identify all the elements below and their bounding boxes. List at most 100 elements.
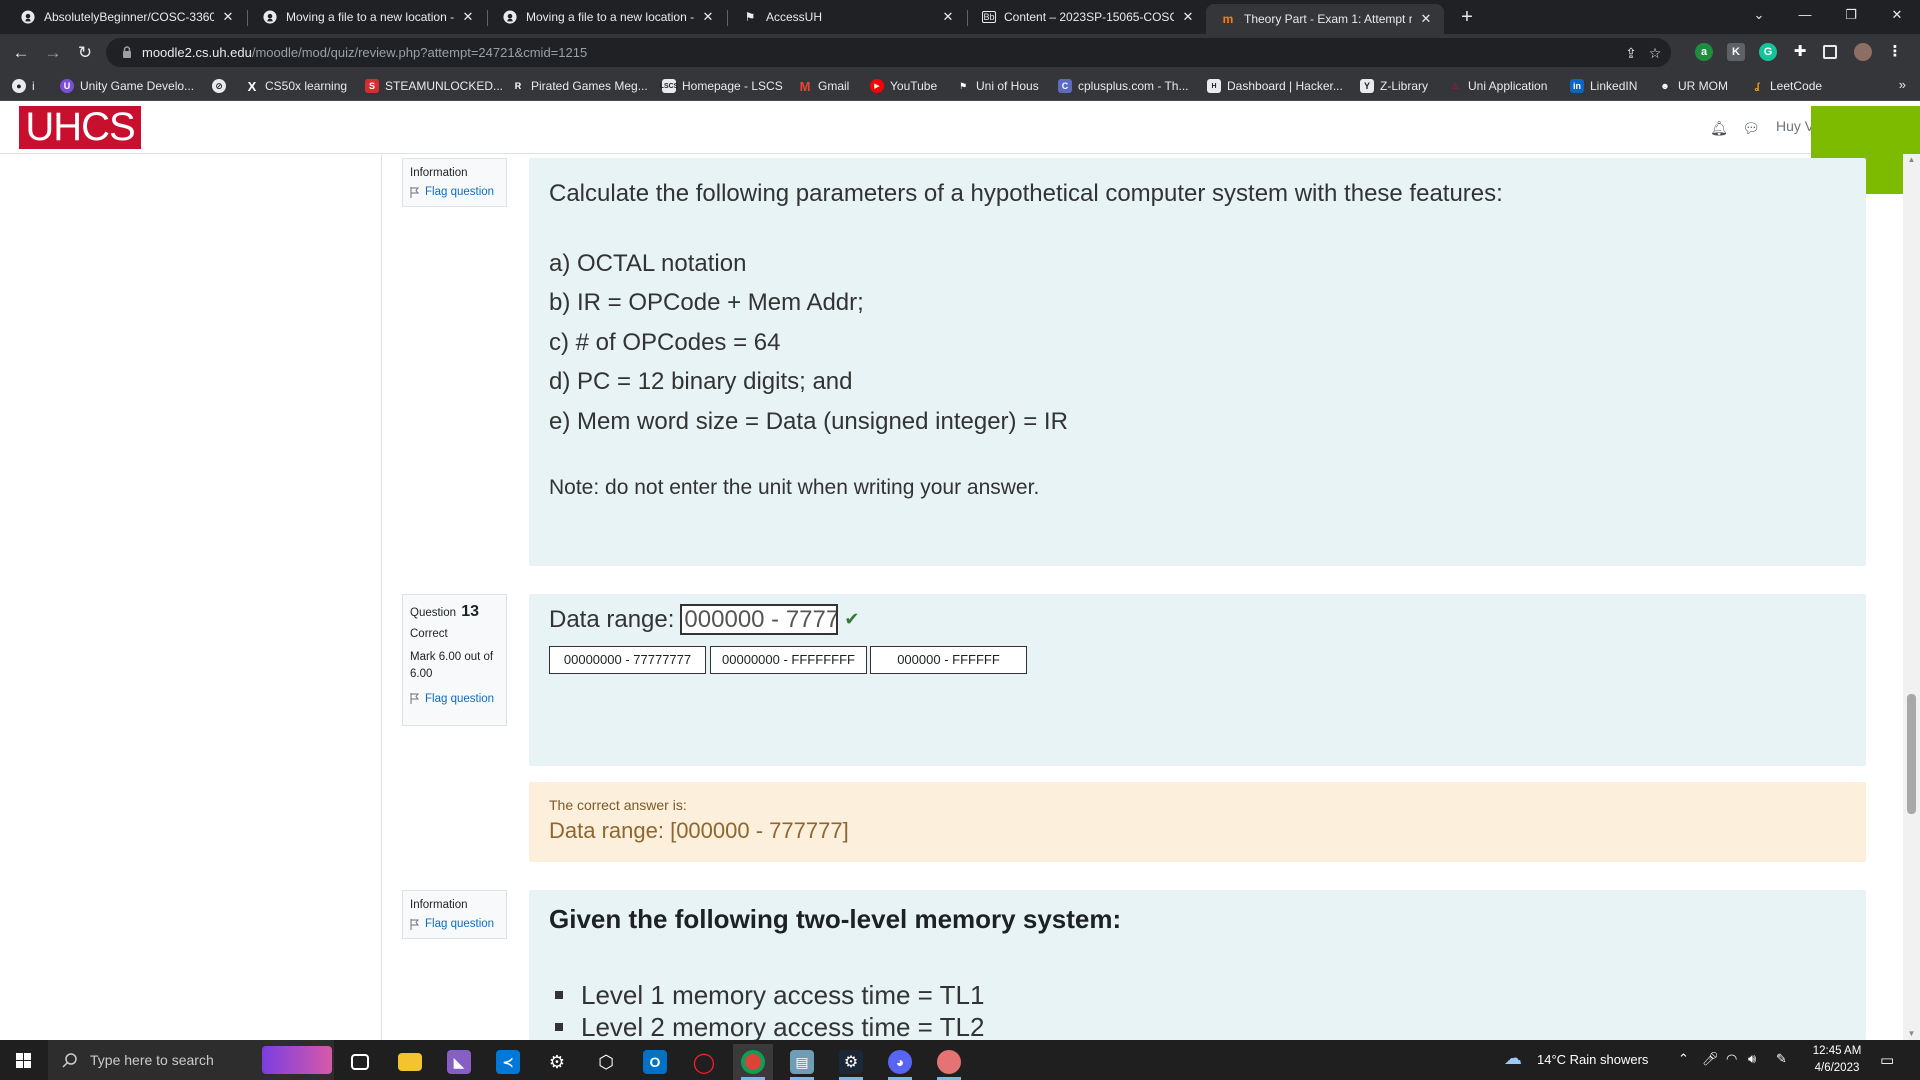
bookmark-item[interactable]: ● i [12,77,35,95]
search-icon [62,1053,77,1068]
lock-icon [123,46,131,58]
bookmark-star-icon[interactable]: ☆ [1646,44,1664,62]
answer-drop-box[interactable]: 000000 - 777777 [680,604,839,635]
info-label: Information [410,899,468,911]
question-number-value: 13 [461,603,480,620]
notes-app-button[interactable]: ▤ [782,1044,822,1080]
info-title: Given the following two-level memory sys… [549,904,1122,934]
drag-choice[interactable]: 00000000 - 77777777 [549,646,706,674]
steam-running-button[interactable]: ⚙ [831,1044,871,1080]
unity-button[interactable]: ⬡ [586,1044,626,1080]
scrollbar-thumb[interactable] [1907,694,1916,814]
profile-avatar[interactable] [1854,43,1872,61]
bookmark-item[interactable]: ⚑ Uni of Hous [956,77,1039,95]
minimize-button[interactable]: — [1782,0,1828,30]
search-highlight-image[interactable] [262,1046,332,1074]
bookmark-item[interactable]: Ccplusplus.com - Th... [1058,77,1188,95]
drag-choice[interactable]: 000000 - FFFFFF [870,646,1027,674]
share-icon[interactable]: ⇪ [1622,44,1640,62]
bookmark-item[interactable]: Y Z-Library [1360,77,1428,95]
steam-pinned-button[interactable]: ⚙ [537,1044,577,1080]
bookmark-item[interactable]: ⊘ [212,77,232,95]
reload-button[interactable]: ↻ [72,40,98,66]
weather-text[interactable]: 14°C Rain showers [1537,1052,1648,1067]
scroll-down-arrow-icon[interactable]: ▼ [1903,1028,1920,1040]
tab-github-2[interactable]: Moving a file to a new location - ✕ [248,0,486,34]
close-tab-icon[interactable]: ✕ [940,9,956,25]
extension-k-icon[interactable]: K [1727,43,1745,61]
bookmark-label: UR MOM [1678,79,1728,93]
close-tab-icon[interactable]: ✕ [460,9,476,25]
bookmark-item[interactable]: LSCS Homepage - LSCS [660,77,783,95]
bookmark-item[interactable]: ʆ LeetCode [1750,77,1822,95]
tab-moodle-active[interactable]: m Theory Part - Exam 1: Attempt re ✕ [1206,4,1444,34]
bookmark-item[interactable]: in LinkedIN [1570,77,1637,95]
scroll-up-arrow-icon[interactable]: ▲ [1903,154,1920,166]
bookmark-item[interactable]: R Pirated Games Meg... [511,77,648,95]
flag-question-link[interactable]: Flag question [410,918,499,930]
bookmark-item[interactable]: H Dashboard | Hacker... [1207,77,1343,95]
menu-kebab-icon[interactable]: ⋮ [1886,43,1904,61]
visual-studio-button[interactable]: ◣ [439,1044,479,1080]
notifications-bell-icon[interactable]: 🔔︎ [1710,119,1728,137]
address-bar[interactable]: moodle2.cs.uh.edu/moodle/mod/quiz/review… [106,38,1671,67]
flag-question-link[interactable]: Flag question [410,186,499,198]
volume-icon[interactable]: 🔊︎ [1748,1051,1756,1067]
steam-icon: ⚙ [839,1050,863,1074]
vscode-button[interactable]: ≺ [488,1044,528,1080]
taskbar-clock[interactable]: 12:45 AM 4/6/2023 [1804,1043,1870,1077]
show-hidden-icons-chevron-icon[interactable]: ⌃ [1678,1051,1689,1067]
page-scrollbar[interactable]: ▲ ▼ [1903,154,1920,1040]
close-tab-icon[interactable]: ✕ [1180,9,1196,25]
close-window-button[interactable]: ✕ [1874,0,1920,30]
tab-github-1[interactable]: AbsolutelyBeginner/COSC-3360- ✕ [6,0,246,34]
bookmark-item[interactable]: ▶ YouTube [870,77,937,95]
close-tab-icon[interactable]: ✕ [700,9,716,25]
restore-button[interactable]: ❐ [1828,0,1874,30]
browser-app-button[interactable] [929,1044,969,1080]
grammarly-icon[interactable]: G [1759,43,1777,61]
notification-center-icon[interactable]: ▭ [1880,1051,1894,1069]
user-menu[interactable]: Huy V [1776,118,1814,134]
bookmark-item[interactable]: M Gmail [798,77,850,95]
bookmarks-overflow-button[interactable]: » [1899,77,1906,92]
tab-accessuh[interactable]: ⚑ AccessUH ✕ [728,0,966,34]
pen-icon[interactable]: ✎ [1776,1051,1787,1067]
weather-cloud-icon[interactable]: ☁ [1504,1048,1522,1069]
bookmark-item[interactable]: ☻ UR MOM [1658,77,1728,95]
task-view-button[interactable] [340,1044,380,1080]
unity-icon: ⬡ [598,1051,614,1072]
answer-prompt: Data range: [549,605,675,633]
tab-title: Content – 2023SP-15065-COSC3 [1004,10,1174,24]
close-tab-icon[interactable]: ✕ [1418,11,1434,27]
flag-question-link[interactable]: Flag question [410,693,499,705]
bookmark-item[interactable]: X CS50x learning [245,77,347,95]
opera-button[interactable]: ◯ [684,1044,724,1080]
new-tab-button[interactable]: + [1455,5,1479,29]
forward-button[interactable]: → [40,40,66,66]
browser-toolbar: ← → ↻ moodle2.cs.uh.edu/moodle/mod/quiz/… [0,34,1920,71]
chrome-button[interactable] [733,1044,773,1080]
messages-chat-icon[interactable]: 💬︎ [1742,119,1760,137]
microphone-icon[interactable]: 🎤︎ [1702,1051,1719,1067]
bookmark-item[interactable]: ⚠ Uni Application [1448,77,1547,95]
bookmark-label: STEAMUNLOCKED... [385,79,504,93]
bookmark-item[interactable]: U Unity Game Develo... [60,77,194,95]
tab-search-icon[interactable]: ⌄ [1736,0,1782,30]
discord-button[interactable]: ◕ [880,1044,920,1080]
bookmark-label: Unity Game Develo... [80,79,195,93]
file-explorer-button[interactable] [390,1044,430,1080]
tab-blackboard[interactable]: Bb Content – 2023SP-15065-COSC3 ✕ [968,0,1206,34]
extensions-puzzle-icon[interactable]: ✚ [1791,43,1809,61]
close-tab-icon[interactable]: ✕ [220,9,236,25]
start-button[interactable] [0,1040,48,1080]
extension-a-icon[interactable]: a [1695,43,1713,61]
outlook-button[interactable]: O [635,1044,675,1080]
drag-choice[interactable]: 00000000 - FFFFFFFF [710,646,867,674]
back-button[interactable]: ← [8,40,34,66]
uhcs-logo[interactable]: UHCS [19,106,141,149]
bookmark-item[interactable]: S STEAMUNLOCKED... [365,77,503,95]
tab-github-3[interactable]: Moving a file to a new location - ✕ [488,0,726,34]
network-icon[interactable]: ◠ [1726,1051,1737,1067]
side-panel-icon[interactable] [1823,45,1837,59]
